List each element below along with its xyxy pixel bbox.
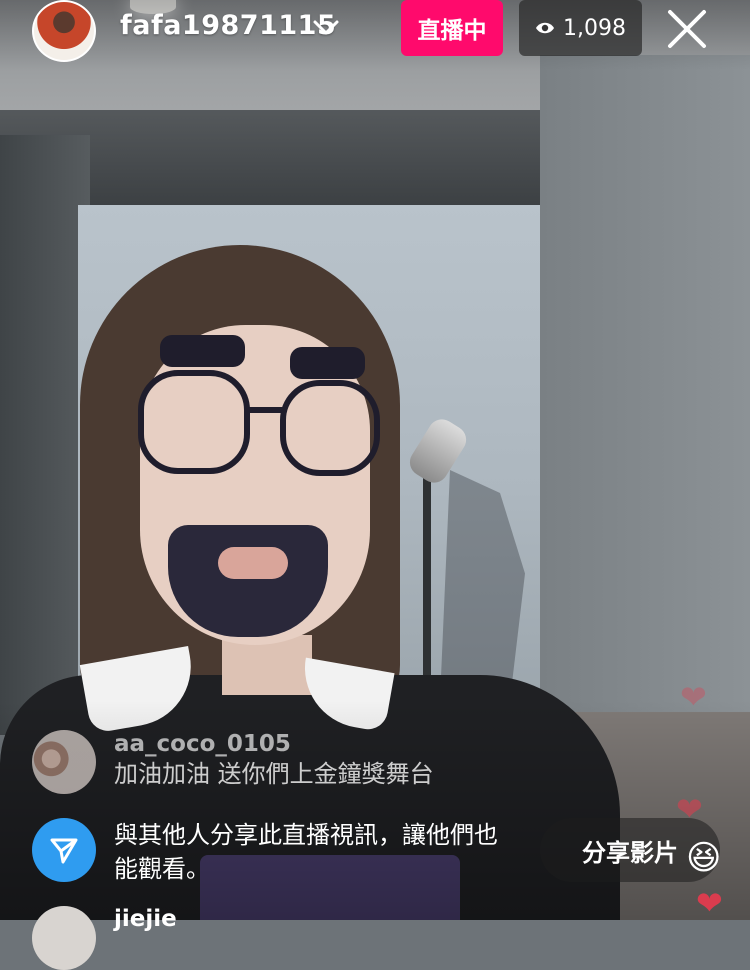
laughing-emoji-icon: 😆 xyxy=(686,838,722,878)
chevron-down-icon[interactable] xyxy=(312,18,340,38)
share-prompt: 與其他人分享此直播視訊，讓他們也能觀看。 xyxy=(32,818,514,886)
commenter-avatar[interactable] xyxy=(32,906,96,970)
commenter-username[interactable]: aa_coco_0105 xyxy=(114,730,434,758)
comment-item: jiejie xyxy=(32,906,177,970)
live-badge-label: 直播中 xyxy=(417,18,487,44)
heart-icon: ❤ xyxy=(696,884,723,922)
broadcaster-avatar[interactable] xyxy=(32,0,96,62)
share-prompt-text: 與其他人分享此直播視訊，讓他們也能觀看。 xyxy=(114,821,498,883)
viewer-count: 1,098 xyxy=(563,15,626,41)
heart-icon: ❤ xyxy=(680,678,707,716)
send-icon-circle xyxy=(32,818,96,882)
commenter-username[interactable]: jiejie xyxy=(114,906,177,970)
commenter-avatar[interactable] xyxy=(32,730,96,794)
viewer-count-badge[interactable]: 1,098 xyxy=(519,0,642,56)
heart-icon: ❤ xyxy=(676,790,703,828)
broadcaster-username[interactable]: fafa19871115 xyxy=(120,10,336,41)
send-icon xyxy=(50,838,78,864)
eye-icon xyxy=(536,22,554,34)
share-video-label: 分享影片 xyxy=(582,838,678,867)
comment-item: aa_coco_0105 加油加油 送你們上金鐘獎舞台 xyxy=(32,730,434,794)
close-icon[interactable] xyxy=(666,8,708,50)
comment-text: 加油加油 送你們上金鐘獎舞台 xyxy=(114,760,434,788)
live-badge: 直播中 xyxy=(401,0,503,56)
